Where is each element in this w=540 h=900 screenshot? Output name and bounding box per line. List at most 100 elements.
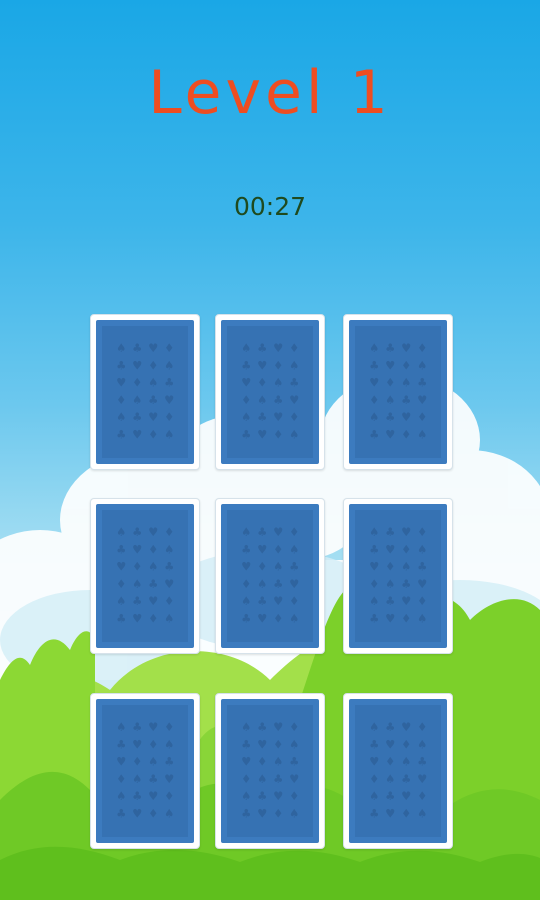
memory-card[interactable]: ♠ ♣ ♥ ♦ ♣ ♥ ♦ ♠ ♥ ♦ ♠ ♣ ♦ ♠ ♣ ♥ ♠ ♣ ♥ ♦ ♣ ♥ ♦ ♠ <box>215 498 325 654</box>
svg-text:♣: ♣ <box>257 341 267 355</box>
svg-text:♥: ♥ <box>132 737 142 751</box>
svg-text:♥: ♥ <box>369 559 379 573</box>
svg-text:♥: ♥ <box>132 427 142 441</box>
svg-text:♠: ♠ <box>417 806 427 820</box>
svg-text:♥: ♥ <box>273 410 283 424</box>
memory-card[interactable]: ♠ ♣ ♥ ♦ ♣ ♥ ♦ ♠ ♥ ♦ ♠ ♣ ♦ ♠ ♣ ♥ ♠ ♣ ♥ ♦ ♣ ♥ ♦ ♠ <box>343 314 453 470</box>
card-suit-pattern-icon: ♠ ♣ ♥ ♦ ♣ ♥ ♦ ♠ ♥ ♦ ♠ ♣ ♦ ♠ ♣ ♥ ♠ ♣ ♥ ♦ ♣ ♥ ♦ ♠ <box>369 720 427 821</box>
svg-text:♣: ♣ <box>289 754 299 768</box>
memory-card[interactable]: ♠ ♣ ♥ ♦ ♣ ♥ ♦ ♠ ♥ ♦ ♠ ♣ ♦ ♠ ♣ ♥ ♠ ♣ ♥ ♦ ♣ ♥ ♦ ♠ <box>90 498 200 654</box>
svg-text:♥: ♥ <box>385 737 395 751</box>
memory-card[interactable]: ♠ ♣ ♥ ♦ ♣ ♥ ♦ ♠ ♥ ♦ ♠ ♣ ♦ ♠ ♣ ♥ ♠ ♣ ♥ ♦ ♣ ♥ ♦ ♠ <box>215 693 325 849</box>
svg-text:♣: ♣ <box>369 427 379 441</box>
svg-text:♦: ♦ <box>164 525 174 539</box>
card-back-face: ♠ ♣ ♥ ♦ ♣ ♥ ♦ ♠ ♥ ♦ ♠ ♣ ♦ ♠ ♣ ♥ ♠ ♣ ♥ ♦ ♣ ♥ ♦ ♠ <box>221 320 319 464</box>
svg-text:♥: ♥ <box>241 375 251 389</box>
svg-text:♥: ♥ <box>116 559 126 573</box>
svg-text:♦: ♦ <box>289 341 299 355</box>
svg-text:♣: ♣ <box>401 393 411 407</box>
svg-text:♠: ♠ <box>289 542 299 556</box>
memory-card[interactable]: ♠ ♣ ♥ ♦ ♣ ♥ ♦ ♠ ♥ ♦ ♠ ♣ ♦ ♠ ♣ ♥ ♠ ♣ ♥ ♦ ♣ ♥ ♦ ♠ <box>90 314 200 470</box>
svg-text:♠: ♠ <box>273 754 283 768</box>
svg-text:♦: ♦ <box>417 720 427 734</box>
svg-text:♦: ♦ <box>401 737 411 751</box>
svg-text:♠: ♠ <box>116 410 126 424</box>
svg-text:♠: ♠ <box>417 611 427 625</box>
svg-text:♥: ♥ <box>148 410 158 424</box>
card-suit-pattern-icon: ♠ ♣ ♥ ♦ ♣ ♥ ♦ ♠ ♥ ♦ ♠ ♣ ♦ ♠ ♣ ♥ ♠ ♣ ♥ ♦ ♣ ♥ ♦ ♠ <box>369 341 427 442</box>
svg-text:♠: ♠ <box>273 375 283 389</box>
svg-text:♥: ♥ <box>164 577 174 591</box>
svg-text:♣: ♣ <box>241 806 251 820</box>
svg-text:♥: ♥ <box>132 542 142 556</box>
card-back-face: ♠ ♣ ♥ ♦ ♣ ♥ ♦ ♠ ♥ ♦ ♠ ♣ ♦ ♠ ♣ ♥ ♠ ♣ ♥ ♦ ♣ ♥ ♦ ♠ <box>349 320 447 464</box>
svg-text:♣: ♣ <box>417 559 427 573</box>
svg-text:♥: ♥ <box>164 772 174 786</box>
svg-text:♠: ♠ <box>369 410 379 424</box>
card-grid: ♠ ♣ ♥ ♦ ♣ ♥ ♦ ♠ ♥ ♦ ♠ ♣ ♦ ♠ ♣ ♥ ♠ ♣ ♥ ♦ ♣ ♥ ♦ ♠ ♠ ♣ ♥ ♦ ♣ ♥ ♦ ♠ ♥ ♦ ♠ ♣ ♦ ♠ ♣… <box>88 314 458 854</box>
svg-text:♠: ♠ <box>148 754 158 768</box>
svg-text:♦: ♦ <box>369 772 379 786</box>
svg-text:♥: ♥ <box>401 594 411 608</box>
svg-text:♦: ♦ <box>289 594 299 608</box>
card-suit-pattern-icon: ♠ ♣ ♥ ♦ ♣ ♥ ♦ ♠ ♥ ♦ ♠ ♣ ♦ ♠ ♣ ♥ ♠ ♣ ♥ ♦ ♣ ♥ ♦ ♠ <box>241 720 299 821</box>
svg-text:♥: ♥ <box>116 754 126 768</box>
card-suit-pattern-icon: ♠ ♣ ♥ ♦ ♣ ♥ ♦ ♠ ♥ ♦ ♠ ♣ ♦ ♠ ♣ ♥ ♠ ♣ ♥ ♦ ♣ ♥ ♦ ♠ <box>369 525 427 626</box>
svg-text:♦: ♦ <box>273 737 283 751</box>
svg-text:♠: ♠ <box>385 577 395 591</box>
memory-card[interactable]: ♠ ♣ ♥ ♦ ♣ ♥ ♦ ♠ ♥ ♦ ♠ ♣ ♦ ♠ ♣ ♥ ♠ ♣ ♥ ♦ ♣ ♥ ♦ ♠ <box>343 693 453 849</box>
svg-text:♣: ♣ <box>148 772 158 786</box>
svg-text:♠: ♠ <box>241 720 251 734</box>
countdown-timer: 00:27 <box>233 192 307 221</box>
svg-text:♥: ♥ <box>401 525 411 539</box>
svg-text:♣: ♣ <box>369 737 379 751</box>
svg-text:♣: ♣ <box>132 720 142 734</box>
svg-text:♥: ♥ <box>401 789 411 803</box>
memory-card[interactable]: ♠ ♣ ♥ ♦ ♣ ♥ ♦ ♠ ♥ ♦ ♠ ♣ ♦ ♠ ♣ ♥ ♠ ♣ ♥ ♦ ♣ ♥ ♦ ♠ <box>215 314 325 470</box>
svg-text:♦: ♦ <box>417 789 427 803</box>
memory-card[interactable]: ♠ ♣ ♥ ♦ ♣ ♥ ♦ ♠ ♥ ♦ ♠ ♣ ♦ ♠ ♣ ♥ ♠ ♣ ♥ ♦ ♣ ♥ ♦ ♠ <box>343 498 453 654</box>
svg-text:♠: ♠ <box>241 410 251 424</box>
memory-card[interactable]: ♠ ♣ ♥ ♦ ♣ ♥ ♦ ♠ ♥ ♦ ♠ ♣ ♦ ♠ ♣ ♥ ♠ ♣ ♥ ♦ ♣ ♥ ♦ ♠ <box>90 693 200 849</box>
svg-text:♠: ♠ <box>241 789 251 803</box>
svg-text:♠: ♠ <box>132 393 142 407</box>
svg-text:♣: ♣ <box>385 789 395 803</box>
svg-text:♣: ♣ <box>241 611 251 625</box>
svg-text:♦: ♦ <box>164 720 174 734</box>
svg-text:♠: ♠ <box>385 772 395 786</box>
card-back-face: ♠ ♣ ♥ ♦ ♣ ♥ ♦ ♠ ♥ ♦ ♠ ♣ ♦ ♠ ♣ ♥ ♠ ♣ ♥ ♦ ♣ ♥ ♦ ♠ <box>96 699 194 843</box>
svg-text:♦: ♦ <box>148 611 158 625</box>
svg-text:♣: ♣ <box>257 525 267 539</box>
svg-text:♥: ♥ <box>273 525 283 539</box>
svg-text:♣: ♣ <box>241 542 251 556</box>
svg-text:♠: ♠ <box>289 611 299 625</box>
svg-text:♠: ♠ <box>417 542 427 556</box>
svg-text:♠: ♠ <box>116 525 126 539</box>
svg-text:♦: ♦ <box>257 375 267 389</box>
svg-text:♣: ♣ <box>273 577 283 591</box>
svg-text:♦: ♦ <box>148 358 158 372</box>
svg-text:♦: ♦ <box>273 611 283 625</box>
svg-text:♥: ♥ <box>401 341 411 355</box>
svg-text:♣: ♣ <box>116 358 126 372</box>
svg-text:♣: ♣ <box>417 375 427 389</box>
svg-text:♣: ♣ <box>241 737 251 751</box>
svg-text:♠: ♠ <box>289 358 299 372</box>
svg-text:♣: ♣ <box>164 754 174 768</box>
svg-text:♥: ♥ <box>289 393 299 407</box>
svg-text:♠: ♠ <box>289 806 299 820</box>
svg-text:♥: ♥ <box>148 341 158 355</box>
svg-text:♦: ♦ <box>289 720 299 734</box>
svg-text:♥: ♥ <box>385 806 395 820</box>
svg-text:♦: ♦ <box>148 806 158 820</box>
svg-text:♦: ♦ <box>257 754 267 768</box>
svg-text:♣: ♣ <box>241 358 251 372</box>
svg-text:♦: ♦ <box>401 358 411 372</box>
svg-text:♣: ♣ <box>369 806 379 820</box>
svg-text:♦: ♦ <box>241 393 251 407</box>
svg-text:♥: ♥ <box>385 358 395 372</box>
svg-text:♥: ♥ <box>369 754 379 768</box>
svg-text:♦: ♦ <box>273 542 283 556</box>
svg-text:♦: ♦ <box>116 577 126 591</box>
svg-text:♣: ♣ <box>148 393 158 407</box>
